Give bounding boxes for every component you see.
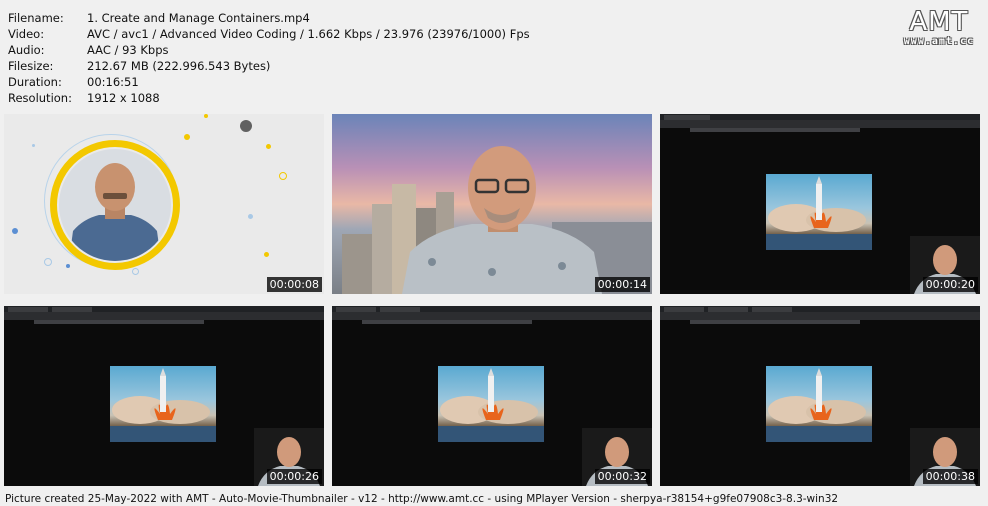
thumbnail-1: 00:00:08 <box>4 114 324 294</box>
browser-addressbar <box>660 312 980 324</box>
metadata-value: 1912 x 1088 <box>87 91 160 105</box>
metadata-label: Video: <box>8 27 45 41</box>
logo-text: AMT <box>909 7 969 37</box>
decor-dot <box>248 214 253 219</box>
timestamp: 00:00:38 <box>922 469 978 484</box>
rocket-graphic <box>438 368 544 442</box>
metadata-row-audio: Audio: AAC / 93 Kbps <box>8 42 530 58</box>
decor-dot <box>279 172 287 180</box>
thumbnail-5: 00:00:32 <box>332 306 652 486</box>
browser-url <box>690 320 860 324</box>
metadata-row-duration: Duration: 00:16:51 <box>8 74 530 90</box>
metadata-value: 00:16:51 <box>87 75 139 89</box>
presenter-portrait <box>59 149 171 261</box>
thumbnail-4: 00:00:26 <box>4 306 324 486</box>
decor-dot <box>44 258 52 266</box>
decor-dot <box>12 228 18 234</box>
browser-url <box>34 320 204 324</box>
metadata-label: Resolution: <box>8 91 72 105</box>
metadata-row-video: Video: AVC / avc1 / Advanced Video Coding… <box>8 26 530 42</box>
browser-url <box>690 128 860 132</box>
decor-dot <box>132 268 139 275</box>
metadata-row-filename: Filename: 1. Create and Manage Containers… <box>8 10 530 26</box>
metadata-value: AVC / avc1 / Advanced Video Coding / 1.6… <box>87 27 530 41</box>
browser-addressbar <box>332 312 652 324</box>
metadata-label: Audio: <box>8 43 45 57</box>
thumbnail-6: 00:00:38 <box>660 306 980 486</box>
rocket-launch-image <box>438 366 544 442</box>
footer-credit: Picture created 25-May-2022 with AMT - A… <box>5 493 839 505</box>
thumbnail-2: 00:00:14 <box>332 114 652 294</box>
amt-logo: AMT www.amt.cc <box>904 8 974 47</box>
rocket-graphic <box>766 368 872 442</box>
metadata-value: AAC / 93 Kbps <box>87 43 169 57</box>
logo-url: www.amt.cc <box>903 36 974 47</box>
browser-addressbar <box>660 120 980 132</box>
decor-dot <box>266 144 271 149</box>
rocket-graphic <box>766 176 872 250</box>
browser-url <box>362 320 532 324</box>
skyline-building <box>372 204 392 294</box>
browser-addressbar <box>4 312 324 324</box>
metadata-row-filesize: Filesize: 212.67 MB (222.996.543 Bytes) <box>8 58 530 74</box>
timestamp: 00:00:32 <box>594 469 650 484</box>
decor-dot <box>66 264 70 268</box>
decor-dot <box>32 144 35 147</box>
metadata-label: Filename: <box>8 11 64 25</box>
metadata-value: 1. Create and Manage Containers.mp4 <box>87 11 310 25</box>
presenter-image <box>69 163 161 261</box>
rocket-launch-image <box>110 366 216 442</box>
skyline-building <box>342 234 372 294</box>
thumbnail-3: 00:00:20 <box>660 114 980 294</box>
timestamp: 00:00:26 <box>266 469 322 484</box>
metadata-label: Filesize: <box>8 59 54 73</box>
metadata-label: Duration: <box>8 75 62 89</box>
decor-dot <box>240 120 252 132</box>
decor-dot <box>184 134 190 140</box>
metadata-value: 212.67 MB (222.996.543 Bytes) <box>87 59 271 73</box>
decor-dot <box>264 252 269 257</box>
rocket-graphic <box>110 368 216 442</box>
thumbnail-grid: 00:00:08 00:00:14 00:00:20 00:00:26 00:0… <box>4 114 984 494</box>
presenter-image <box>402 146 602 294</box>
decor-dot <box>204 114 208 118</box>
rocket-launch-image <box>766 174 872 250</box>
rocket-launch-image <box>766 366 872 442</box>
timestamp: 00:00:08 <box>266 277 322 292</box>
metadata-panel: Filename: 1. Create and Manage Containers… <box>8 10 530 106</box>
timestamp: 00:00:14 <box>594 277 650 292</box>
metadata-row-resolution: Resolution: 1912 x 1088 <box>8 90 530 106</box>
timestamp: 00:00:20 <box>922 277 978 292</box>
